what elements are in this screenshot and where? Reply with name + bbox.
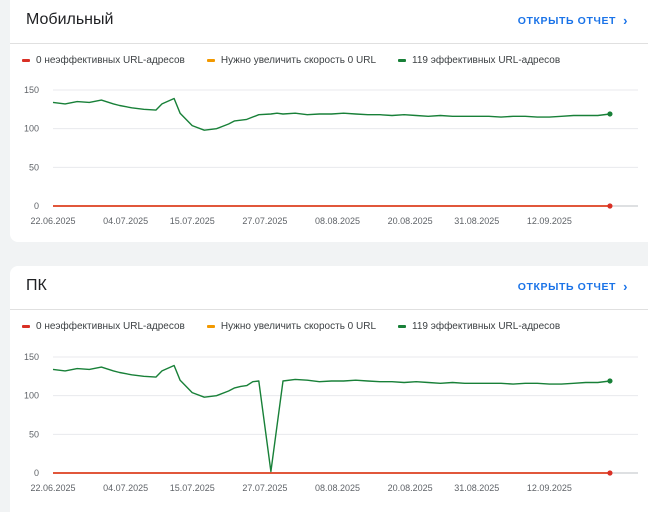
x-tick-label: 22.06.2025: [30, 483, 75, 493]
x-tick-label: 12.09.2025: [527, 216, 572, 226]
x-tick-label: 22.06.2025: [30, 216, 75, 226]
series-end-point: [607, 378, 613, 384]
y-tick-label: 0: [34, 468, 39, 478]
series-end-point: [607, 470, 613, 476]
x-tick-label: 15.07.2025: [170, 216, 215, 226]
y-tick-label: 0: [34, 201, 39, 211]
x-tick-label: 08.08.2025: [315, 216, 360, 226]
y-tick-label: 50: [29, 162, 39, 172]
x-tick-label: 31.08.2025: [454, 483, 499, 493]
chart-mobile: 0 50 100 150 22.06.2025 04.07.2025 15.07.2025 2…: [24, 85, 638, 226]
y-tick-label: 100: [24, 391, 39, 401]
y-tick-label: 100: [24, 124, 39, 134]
chart-desktop: 0 50 100 150 22.06.2025 04.07.2025 15.07.2025 2…: [24, 352, 638, 493]
x-tick-label: 27.07.2025: [242, 216, 287, 226]
x-tick-label: 12.09.2025: [527, 483, 572, 493]
x-tick-label: 04.07.2025: [103, 483, 148, 493]
x-tick-label: 15.07.2025: [170, 483, 215, 493]
y-tick-label: 50: [29, 429, 39, 439]
x-tick-label: 20.08.2025: [388, 483, 433, 493]
card-desktop: ПК ОТКРЫТЬ ОТЧЕТ › 0 неэффективных URL-а…: [10, 266, 648, 512]
series-end-point: [607, 111, 613, 117]
y-tick-label: 150: [24, 352, 39, 362]
x-tick-label: 08.08.2025: [315, 483, 360, 493]
card-mobile: Мобильный ОТКРЫТЬ ОТЧЕТ › 0 неэффективны…: [10, 0, 648, 242]
x-tick-label: 31.08.2025: [454, 216, 499, 226]
x-tick-label: 04.07.2025: [103, 216, 148, 226]
series-line: [52, 364, 610, 473]
y-tick-label: 150: [24, 85, 39, 95]
x-tick-label: 27.07.2025: [242, 483, 287, 493]
series-line: [52, 97, 610, 131]
x-tick-label: 20.08.2025: [388, 216, 433, 226]
series-end-point: [607, 203, 613, 209]
